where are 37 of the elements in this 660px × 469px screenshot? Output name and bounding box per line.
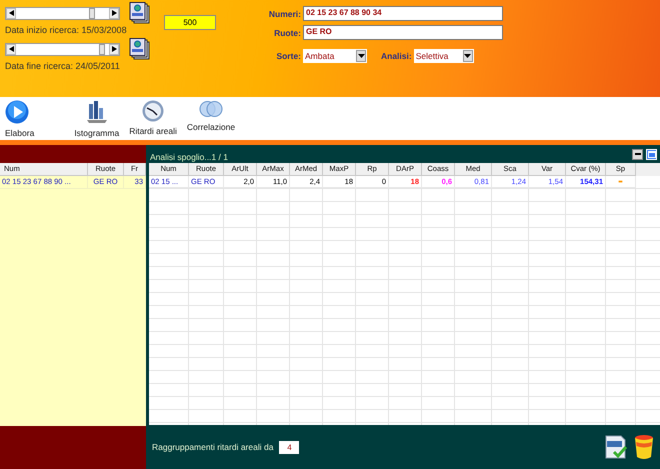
slider-thumb[interactable] — [89, 8, 96, 18]
date-slider[interactable] — [5, 6, 120, 20]
document-check-icon[interactable] — [604, 435, 628, 459]
toolbar-button[interactable]: Ritardi areali — [129, 100, 177, 136]
sort-dropdown[interactable]: Ambata — [303, 49, 367, 63]
date-label: Data fine ricerca: 24/05/2011 — [5, 61, 121, 71]
date-slider[interactable] — [5, 42, 120, 56]
count-field[interactable]: 500 — [164, 14, 216, 30]
numbers-label: Numeri: — [268, 8, 301, 18]
grouping-label: Raggruppamenti ritardi areali da — [152, 442, 274, 452]
calendar-icon[interactable] — [129, 2, 151, 24]
play-icon — [5, 100, 29, 124]
bar-chart-icon — [86, 100, 108, 124]
date-label: Data inizio ricerca: 15/03/2008 — [5, 25, 128, 35]
wheels-field[interactable]: GE RO — [303, 25, 503, 40]
right-arrow-icon[interactable] — [109, 8, 119, 18]
sort-label: Sorte: — [275, 51, 301, 61]
numbers-field[interactable]: 02 15 23 67 88 90 34 — [303, 6, 503, 21]
calendar-icon[interactable] — [129, 38, 151, 60]
maximize-icon[interactable] — [646, 148, 657, 160]
analysis-label: Analisi: — [381, 51, 412, 61]
panel-title: Analisi spoglio...1 / 1 — [150, 152, 229, 162]
left-arrow-icon[interactable] — [6, 8, 16, 18]
clock-icon — [142, 100, 164, 122]
rings-icon — [199, 100, 223, 118]
table-cell: - — [606, 176, 636, 188]
toolbar-button[interactable]: Elabora — [5, 100, 34, 138]
toolbar-button[interactable]: Correlazione — [186, 100, 236, 132]
slider-thumb[interactable] — [99, 44, 106, 54]
grouping-field[interactable]: 4 — [279, 440, 300, 454]
wheels-label: Ruote: — [273, 28, 301, 38]
bucket-icon[interactable] — [634, 434, 654, 460]
analysis-dropdown[interactable]: Selettiva — [414, 49, 474, 63]
minimize-icon[interactable] — [632, 148, 643, 160]
right-arrow-icon[interactable] — [109, 44, 119, 54]
left-arrow-icon[interactable] — [6, 44, 16, 54]
toolbar-button[interactable]: Istogramma — [74, 100, 120, 138]
